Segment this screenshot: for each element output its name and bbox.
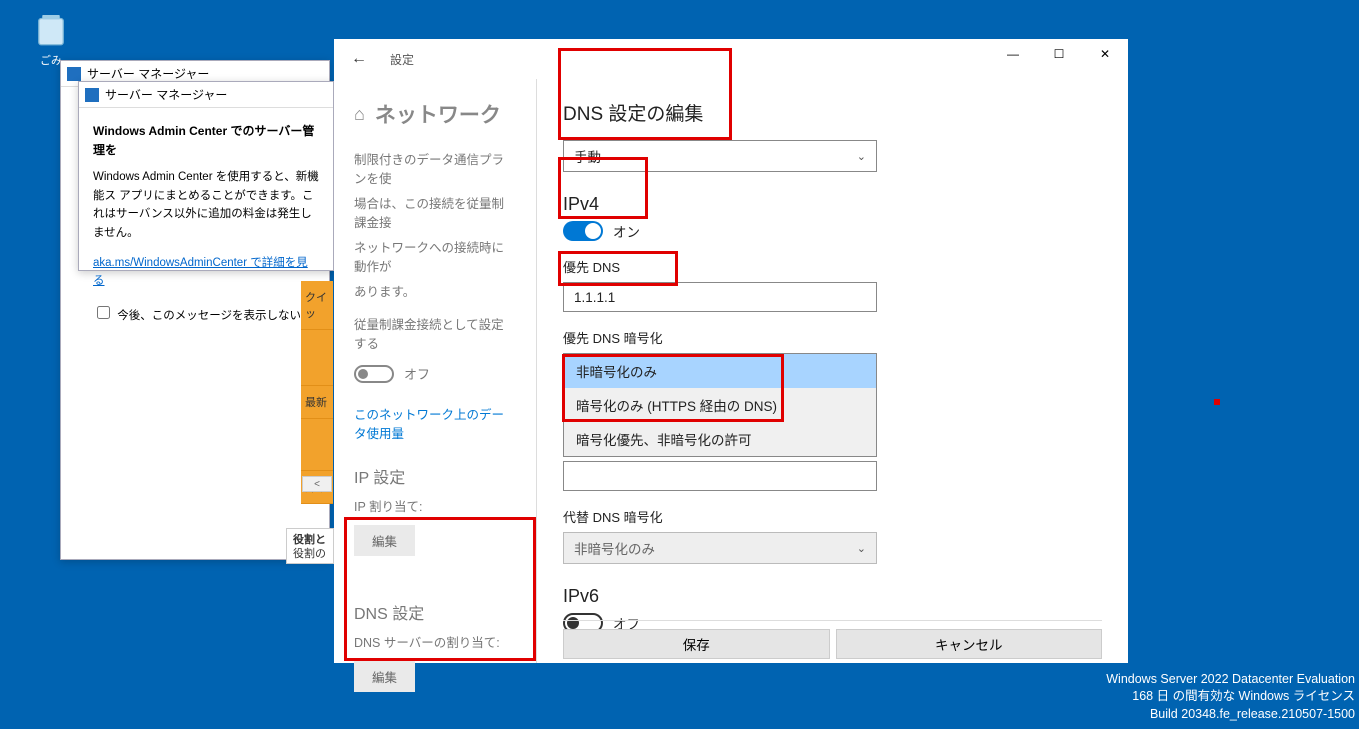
network-heading: ⌂ ネットワーク: [354, 99, 516, 129]
cancel-button[interactable]: キャンセル: [836, 629, 1103, 659]
ip-settings-heading: IP 設定: [354, 464, 516, 488]
recycle-bin-icon: [30, 8, 72, 50]
server-manager-title-2: サーバー マネージャー: [79, 82, 333, 108]
dns-edit-button[interactable]: 編集: [354, 661, 415, 692]
enc-option-encrypted-only[interactable]: 暗号化のみ (HTTPS 経由の DNS): [564, 388, 876, 422]
ipv4-heading: IPv4: [563, 194, 1102, 215]
enc-option-encrypted-preferred[interactable]: 暗号化優先、非暗号化の許可: [564, 422, 876, 456]
dns-mode-dropdown[interactable]: 手動 ⌄: [563, 140, 877, 172]
ipv6-heading: IPv6: [563, 586, 1102, 607]
ipv4-toggle[interactable]: オン: [563, 221, 1102, 241]
close-button[interactable]: ✕: [1082, 39, 1128, 69]
server-manager-window-2[interactable]: サーバー マネージャー Windows Admin Center でのサーバー管…: [78, 81, 334, 271]
alternate-dns-input[interactable]: [563, 461, 877, 491]
metered-toggle[interactable]: オフ: [354, 364, 430, 383]
alternate-dns-encryption-label: 代替 DNS 暗号化: [563, 507, 1102, 526]
dns-edit-title: DNS 設定の編集: [563, 99, 1102, 126]
ip-assign-label: IP 割り当て:: [354, 496, 516, 515]
wac-link[interactable]: aka.ms/WindowsAdminCenter で詳細を見る: [93, 257, 308, 287]
server-manager-sidebar: クイッ 最新 詳細: [301, 281, 333, 504]
dns-settings-heading: DNS 設定: [354, 600, 516, 624]
alternate-encryption-dropdown[interactable]: 非暗号化のみ ⌄: [563, 532, 877, 564]
wac-text: Windows Admin Center を使用すると、新機能ス アプリにまとめ…: [93, 168, 319, 242]
red-dot-artifact: [1214, 399, 1220, 405]
settings-window: ← 設定 — ☐ ✕ ⌂ ネットワーク 制限付きのデータ通信プランを使 場合は、…: [334, 39, 1128, 663]
roles-panel: 役割と 役割の: [286, 528, 334, 564]
save-button[interactable]: 保存: [563, 629, 830, 659]
settings-left-pane: ⌂ ネットワーク 制限付きのデータ通信プランを使 場合は、この接続を従量制課金接…: [334, 79, 536, 663]
home-icon: ⌂: [354, 104, 365, 125]
toggle-on-icon: [563, 221, 603, 241]
recycle-bin-label: ごみ: [40, 55, 62, 67]
settings-header: ← 設定 — ☐ ✕: [334, 39, 1128, 79]
settings-title: 設定: [390, 51, 414, 68]
wac-checkbox[interactable]: 今後、このメッセージを表示しない(D): [93, 310, 317, 322]
ip-edit-button[interactable]: 編集: [354, 525, 415, 556]
server-manager-icon: [85, 88, 99, 102]
back-button[interactable]: ←: [344, 46, 374, 72]
preferred-dns-encryption-label: 優先 DNS 暗号化: [563, 328, 1102, 347]
minimize-button[interactable]: —: [990, 39, 1036, 69]
preferred-dns-label: 優先 DNS: [563, 257, 1102, 276]
dns-edit-panel: DNS 設定の編集 手動 ⌄ IPv4 オン 優先 DNS 1.1.1.1 優先…: [537, 79, 1128, 663]
data-usage-link[interactable]: このネットワーク上のデータ使用量: [354, 404, 516, 442]
windows-watermark: Windows Server 2022 Datacenter Evaluatio…: [1106, 671, 1355, 724]
preferred-dns-input[interactable]: 1.1.1.1: [563, 282, 877, 312]
preferred-encryption-dropdown-open[interactable]: 非暗号化のみ 暗号化のみ (HTTPS 経由の DNS) 暗号化優先、非暗号化の…: [563, 353, 877, 457]
recycle-bin[interactable]: ごみ: [30, 8, 72, 68]
toggle-off-icon: [354, 365, 394, 383]
wac-heading: Windows Admin Center でのサーバー管理を: [93, 122, 319, 160]
dns-assign-label: DNS サーバーの割り当て:: [354, 632, 516, 651]
chevron-down-icon: ⌄: [857, 150, 866, 163]
maximize-button[interactable]: ☐: [1036, 39, 1082, 69]
wac-checkbox-input[interactable]: [97, 306, 110, 319]
server-manager-icon: [67, 67, 81, 81]
chevron-down-icon: ⌄: [857, 542, 866, 555]
enc-option-unencrypted[interactable]: 非暗号化のみ: [564, 354, 876, 388]
scroll-left-stub[interactable]: <: [302, 476, 332, 492]
